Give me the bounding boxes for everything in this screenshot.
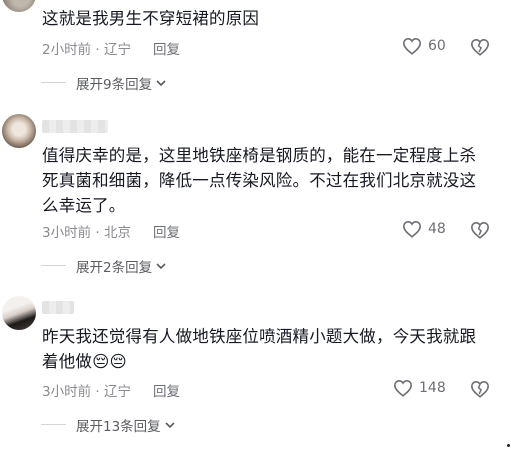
reply-button[interactable]: 回复 bbox=[153, 225, 180, 241]
expand-replies[interactable]: 展开9条回复 bbox=[41, 73, 167, 93]
expand-divider bbox=[41, 82, 66, 83]
reply-button[interactable]: 回复 bbox=[153, 384, 180, 400]
broken-heart-icon bbox=[470, 221, 490, 239]
edge-dot bbox=[507, 444, 510, 447]
broken-heart-icon bbox=[470, 38, 490, 56]
expand-replies[interactable]: 展开2条回复 bbox=[41, 256, 167, 276]
like-button[interactable]: 48 bbox=[402, 220, 446, 238]
comment-location: 辽宁 bbox=[103, 384, 131, 400]
dislike-button[interactable] bbox=[470, 38, 490, 60]
heart-outline-icon bbox=[402, 220, 422, 238]
expand-replies[interactable]: 展开13条回复 bbox=[41, 415, 176, 435]
heart-outline-icon bbox=[402, 37, 422, 55]
like-count: 60 bbox=[428, 38, 446, 54]
reply-button[interactable]: 回复 bbox=[153, 42, 180, 58]
like-count: 48 bbox=[428, 221, 446, 237]
avatar[interactable] bbox=[2, 0, 36, 12]
broken-heart-icon bbox=[470, 380, 490, 398]
meta-separator: · bbox=[91, 384, 104, 400]
comment-text: 昨天我还觉得有人做地铁座位喷酒精小题大做，今天我就跟着他做😔😔 bbox=[42, 327, 477, 371]
comment-time: 2小时前 bbox=[42, 42, 92, 58]
chevron-down-icon bbox=[156, 263, 166, 270]
dislike-button[interactable] bbox=[470, 221, 490, 243]
avatar[interactable] bbox=[2, 296, 36, 330]
comment-meta: 3小时前 · 北京 回复 bbox=[42, 221, 180, 241]
chevron-down-icon bbox=[165, 422, 175, 429]
meta-separator: · bbox=[91, 225, 104, 241]
heart-outline-icon bbox=[393, 379, 413, 397]
expand-label: 展开9条回复 bbox=[76, 77, 153, 93]
expand-divider bbox=[41, 424, 66, 425]
comment-location: 辽宁 bbox=[103, 42, 131, 58]
comment-time: 3小时前 bbox=[42, 225, 92, 241]
comment-meta: 2小时前 · 辽宁 回复 bbox=[42, 38, 180, 58]
username[interactable] bbox=[42, 301, 74, 314]
expand-divider bbox=[41, 265, 66, 266]
like-count: 148 bbox=[419, 380, 446, 396]
expand-label: 展开13条回复 bbox=[76, 419, 161, 435]
chevron-down-icon bbox=[156, 80, 166, 87]
avatar[interactable] bbox=[2, 114, 36, 148]
dislike-button[interactable] bbox=[470, 380, 490, 402]
expand-label: 展开2条回复 bbox=[76, 260, 153, 276]
comment-meta: 3小时前 · 辽宁 回复 bbox=[42, 380, 180, 400]
comment-location: 北京 bbox=[103, 225, 131, 241]
comment-text: 这就是我男生不穿短裙的原因 bbox=[42, 9, 260, 28]
meta-separator: · bbox=[91, 42, 104, 58]
comment-time: 3小时前 bbox=[42, 384, 92, 400]
like-button[interactable]: 148 bbox=[393, 379, 446, 397]
username[interactable] bbox=[42, 120, 108, 133]
comment-text: 值得庆幸的是，这里地铁座椅是钢质的，能在一定程度上杀死真菌和细菌，降低一点传染风… bbox=[42, 146, 477, 215]
like-button[interactable]: 60 bbox=[402, 37, 446, 55]
